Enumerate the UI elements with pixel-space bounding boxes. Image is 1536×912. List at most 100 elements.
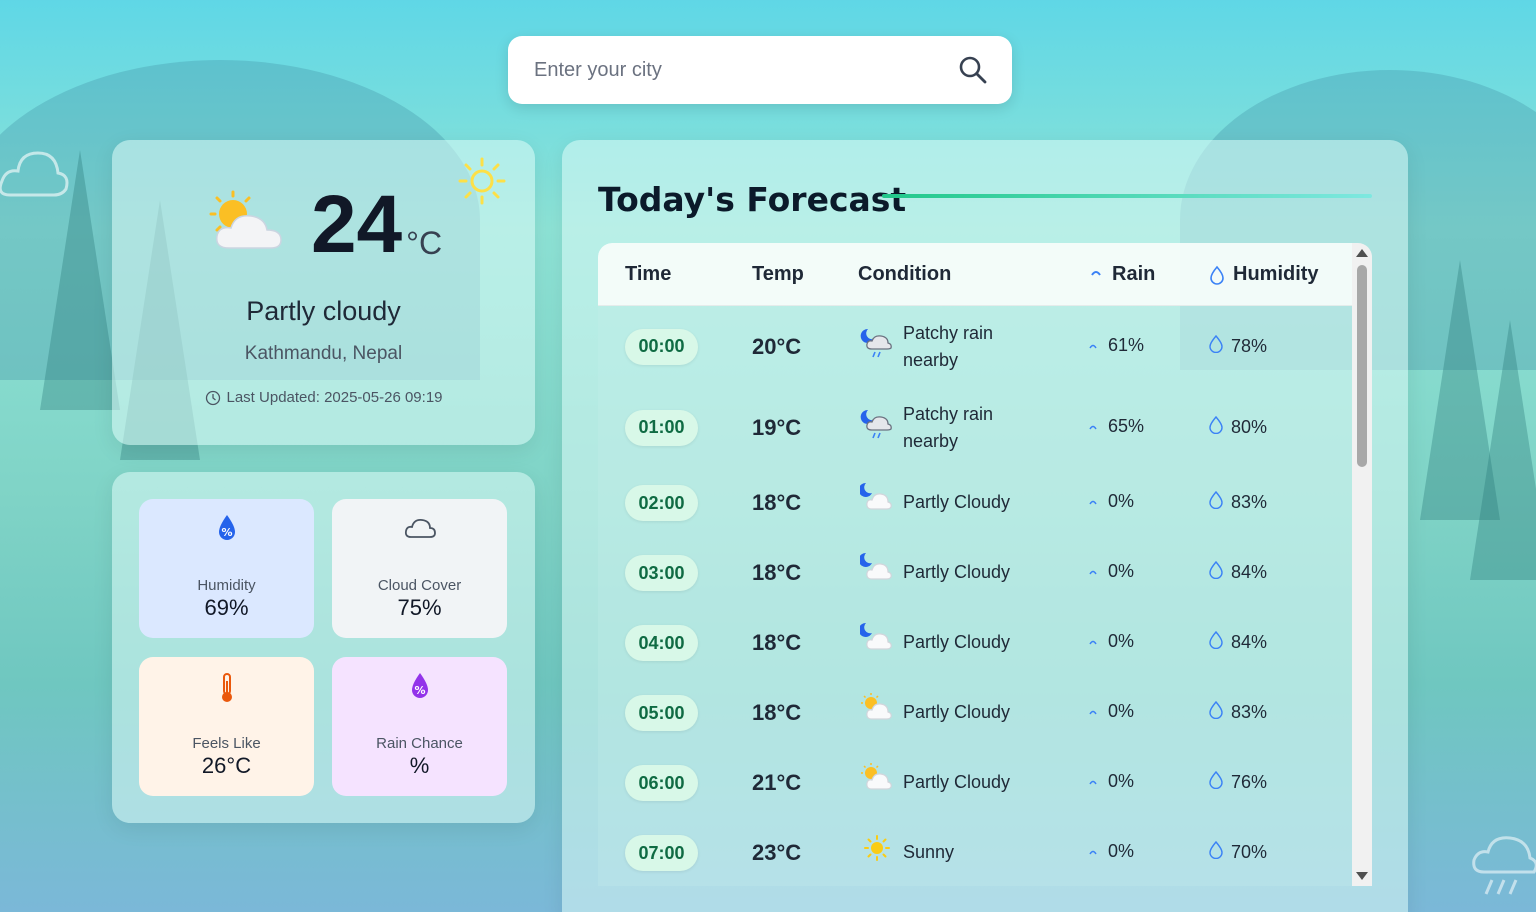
rain-icon [1088,771,1098,792]
night-cloud-icon [858,621,894,655]
scroll-up-arrow-icon[interactable] [1356,249,1368,257]
humidity-drop-icon: % [218,515,235,540]
svg-text:%: % [414,684,425,697]
row-rain-value: 65% [1108,415,1145,436]
table-body: 00:00 20°C Patchy rain nearby 61% 78% 01:00 19… [598,306,1352,886]
title-underline [882,194,1372,198]
table-row: 07:00 23°C Sunny 0% 70% [598,818,1352,886]
row-humidity-value: 83% [1231,702,1268,722]
row-humidity-value: 84% [1231,562,1268,582]
cloud-cover-value: 75% [397,595,442,620]
row-humidity-value: 83% [1231,492,1268,512]
city-search-input[interactable] [534,58,958,82]
row-rain: 0% [1088,771,1134,792]
row-condition: Partly Cloudy [903,772,1011,792]
row-condition: Sunny [903,842,955,862]
header-condition: Condition [858,263,952,285]
row-rain-value: 0% [1108,491,1135,511]
humidity-pin-icon [1209,334,1223,358]
row-temperature: 18°C [752,560,802,585]
humidity-pin-icon [1209,630,1223,654]
night-rain-icon [860,325,894,359]
header-rain-label: Rain [1112,263,1156,285]
row-humidity-value: 76% [1231,772,1268,792]
row-rain: 0% [1088,631,1134,652]
row-temperature: 21°C [752,770,802,795]
row-temperature: 23°C [752,840,802,865]
row-rain-value: 0% [1108,631,1135,651]
rain-icon [1088,841,1098,862]
humidity-pin-icon [1209,700,1223,724]
humidity-stat: % Humidity 69% [139,499,314,638]
partly-cloudy-icon [209,190,282,249]
sun-icon [860,831,894,865]
current-temperature: 24 [310,179,403,270]
header-rain: Rain [1088,263,1155,286]
row-humidity: 84% [1209,630,1268,654]
search-icon[interactable] [958,55,988,85]
current-weather-card: 24 °C Partly cloudy Kathmandu, Nepal Las… [112,140,535,445]
scroll-down-arrow-icon[interactable] [1356,872,1368,880]
time-badge: 00:00 [625,328,698,365]
humidity-pin-icon [1209,560,1223,584]
current-condition: Partly cloudy [246,296,401,326]
row-rain: 0% [1088,491,1134,512]
row-condition: Partly Cloudy [903,702,1011,722]
cloud-cover-label: Cloud Cover [377,577,462,594]
row-humidity: 84% [1209,560,1268,584]
row-rain: 0% [1088,701,1134,722]
humidity-pin-icon [1209,770,1223,794]
row-rain-value: 0% [1108,701,1135,721]
night-cloud-icon [858,481,894,515]
row-condition: Partly Cloudy [903,632,1011,652]
svg-text:%: % [221,526,232,539]
rain-icon [1091,270,1101,276]
time-badge: 02:00 [625,485,698,521]
last-updated: Last Updated: 2025-05-26 09:19 [112,389,535,406]
row-humidity-value: 78% [1231,335,1268,356]
row-humidity: 70% [1209,840,1267,864]
sun-cloud-icon [860,761,894,795]
feels-like-stat: Feels Like 26°C [139,657,314,796]
header-humidity-label: Humidity [1233,263,1319,285]
temperature-unit: °C [406,225,443,261]
time-badge: 04:00 [625,625,698,661]
rain-chance-value: % [409,753,430,778]
header-humidity: Humidity [1209,263,1319,286]
rain-chance-label: Rain Chance [376,735,463,752]
row-humidity: 83% [1209,700,1268,724]
sun-cloud-icon [860,691,894,725]
row-rain-value: 0% [1108,841,1135,861]
forecast-table[interactable]: Time Temp Condition Rain Humidity 00:00 2… [598,243,1372,886]
row-temperature: 18°C [752,490,802,515]
cloud-icon [404,518,436,538]
row-humidity: 76% [1209,770,1268,794]
row-temperature: 18°C [752,630,802,655]
row-rain: 65% [1088,416,1144,437]
humidity-pin-icon [1209,415,1223,439]
table-row: 02:00 18°C Partly Cloudy 0% 83% [598,468,1352,538]
row-condition: Patchy rain nearby [903,322,994,370]
table-row: 01:00 19°C Patchy rain nearby 65% 80% [598,387,1352,468]
time-badge: 06:00 [625,765,698,801]
row-humidity-value: 84% [1231,632,1268,652]
table-row: 00:00 20°C Patchy rain nearby 61% 78% [598,306,1352,387]
feels-like-label: Feels Like [192,735,261,752]
scroll-thumb[interactable] [1357,265,1367,467]
table-row: 04:00 18°C Partly Cloudy 0% 84% [598,608,1352,678]
row-humidity-value: 80% [1231,416,1268,437]
rain-icon [1088,701,1098,722]
table-row: 05:00 18°C Partly Cloudy 0% 83% [598,678,1352,748]
night-cloud-icon [858,551,894,585]
current-location: Kathmandu, Nepal [244,343,403,364]
forecast-card: Today's Forecast Time Temp Condition Rai… [562,140,1408,912]
rain-drop-icon: % [411,673,428,698]
row-condition: Partly Cloudy [903,562,1011,582]
table-scrollbar[interactable] [1352,243,1372,886]
humidity-pin-icon [1209,840,1223,864]
row-temperature: 19°C [752,414,802,440]
weather-stats-card: % Humidity 69% Cloud Cover 75% Feels Lik… [112,472,535,823]
row-temperature: 20°C [752,333,802,359]
forecast-title: Today's Forecast [598,180,907,219]
row-rain: 0% [1088,841,1134,862]
